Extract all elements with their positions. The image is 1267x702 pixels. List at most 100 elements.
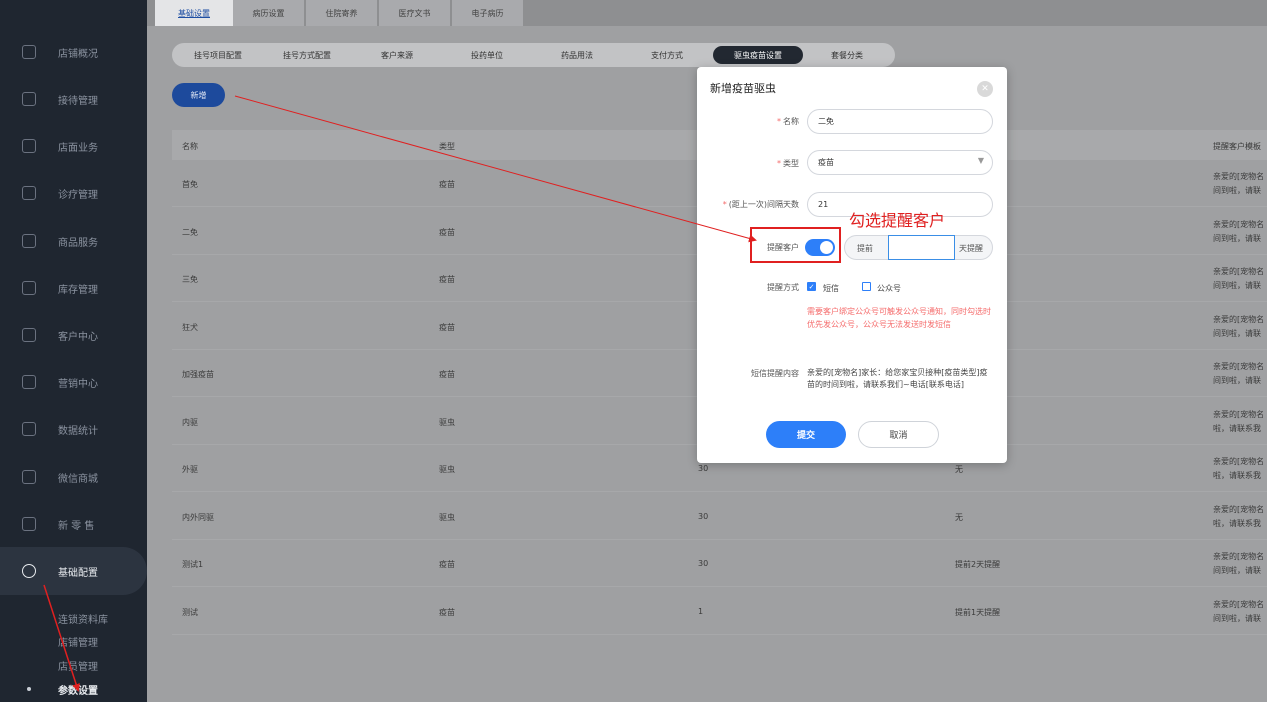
cell-name: 外驱: [182, 465, 198, 474]
settings-icon: [22, 564, 36, 578]
sidebar-item-9[interactable]: 微信商城: [0, 462, 147, 492]
top-tab-bar: 基础设置 病历设置 住院寄养 医疗文书 电子病历: [147, 0, 1267, 26]
cell-template-line-2: 间到啦，请联: [1213, 233, 1261, 243]
cell-type: 疫苗: [439, 180, 455, 189]
cell-type: 疫苗: [439, 370, 455, 379]
cell-remind: 提前1天提醒: [955, 607, 1001, 617]
sub-item-staff-management[interactable]: 店员管理: [58, 658, 98, 673]
sms-content-label: 短信提醒内容: [751, 369, 799, 378]
cell-remind: 提前2天提醒: [955, 560, 1001, 569]
sidebar-item-0[interactable]: 店铺概况: [0, 37, 147, 67]
table-row[interactable]: 内外同驱 驱虫 30 无 亲爱的[宠物名 啦，请联系我: [172, 493, 1267, 540]
cell-template-line-1: 亲爱的[宠物名: [1213, 457, 1265, 466]
sidebar-item-2[interactable]: 店面业务: [0, 131, 147, 161]
sub-item-store-management[interactable]: 店铺管理: [58, 634, 98, 649]
wechat-warning-text: 需要客户绑定公众号可触发公众号通知，同时勾选时优先发公众号，公众号无法发送时发短…: [807, 307, 991, 329]
sidebar-item-10[interactable]: 新 零 售: [0, 509, 147, 539]
sidebar-item-label: 数据统计: [58, 426, 98, 437]
tab-hospitalization[interactable]: 住院寄养: [306, 0, 377, 26]
wechat-checkbox[interactable]: [862, 282, 871, 291]
tab-medical-record-settings[interactable]: 病历设置: [233, 0, 304, 26]
sidebar-item-1[interactable]: 接待管理: [0, 84, 147, 114]
cell-type: 驱虫: [439, 417, 455, 427]
cell-template-line-2: 啦，请联系我: [1213, 518, 1261, 528]
reception-icon: [22, 92, 36, 106]
goods-icon: [22, 234, 36, 248]
sidebar-item-11[interactable]: 基础配置: [0, 556, 147, 586]
cell-name: 加强疫苗: [182, 370, 214, 379]
cell-name: 首免: [182, 180, 198, 189]
sub-item-parameter-settings[interactable]: 参数设置: [58, 682, 98, 697]
sidebar-item-6[interactable]: 客户中心: [0, 320, 147, 350]
sidebar-item-7[interactable]: 营销中心: [0, 367, 147, 397]
sub-tab-payment-methods[interactable]: 支付方式: [632, 46, 702, 64]
remind-days-input[interactable]: [888, 235, 955, 260]
cell-template-line-2: 啦，请联系我: [1213, 471, 1261, 480]
sidebar-item-3[interactable]: 诊疗管理: [0, 178, 147, 208]
sidebar-item-label: 店铺概况: [58, 49, 98, 60]
sub-item-chain-library[interactable]: 连锁资料库: [58, 611, 108, 626]
cell-type: 疫苗: [439, 227, 455, 237]
remind-method-label: 提醒方式: [767, 283, 799, 292]
sidebar-item-4[interactable]: 商品服务: [0, 226, 147, 256]
current-dot-icon: [27, 687, 31, 691]
sub-tab-package-category[interactable]: 套餐分类: [812, 46, 882, 64]
sidebar-item-label: 库存管理: [58, 285, 98, 296]
sidebar: 店铺概况接待管理店面业务诊疗管理商品服务库存管理客户中心营销中心数据统计微信商城…: [0, 0, 147, 702]
cell-days: 30: [698, 559, 709, 568]
cell-type: 疫苗: [439, 607, 455, 617]
tab-medical-documents[interactable]: 医疗文书: [379, 0, 450, 26]
sub-tab-registration-methods[interactable]: 挂号方式配置: [267, 46, 347, 64]
sub-tab-drug-usage[interactable]: 药品用法: [542, 46, 612, 64]
interval-days-label: * (距上一次)间隔天数: [722, 200, 799, 209]
sidebar-item-5[interactable]: 库存管理: [0, 273, 147, 303]
wechat-icon: [22, 470, 36, 484]
sub-tab-bar: 挂号项目配置 挂号方式配置 客户来源 投药单位 药品用法 支付方式 驱虫疫苗设置…: [172, 43, 895, 67]
name-label: * 名称: [777, 117, 799, 126]
sidebar-item-label: 商品服务: [58, 238, 98, 249]
store-icon: [22, 139, 36, 153]
cell-template-line-2: 间到啦，请联: [1213, 376, 1261, 385]
cell-remind: 无: [955, 465, 963, 474]
tab-electronic-records[interactable]: 电子病历: [452, 0, 523, 26]
sidebar-item-label: 接待管理: [58, 96, 98, 107]
marketing-icon: [22, 375, 36, 389]
cell-template-line-1: 亲爱的[宠物名: [1213, 219, 1265, 229]
cell-template-line-1: 亲爱的[宠物名: [1213, 362, 1265, 371]
add-button[interactable]: 新增: [172, 83, 225, 107]
header-type: 类型: [439, 142, 455, 151]
cancel-button[interactable]: 取消: [858, 421, 939, 448]
sidebar-item-8[interactable]: 数据统计: [0, 414, 147, 444]
sub-tab-deworm-vaccine[interactable]: 驱虫疫苗设置: [713, 46, 803, 64]
sidebar-item-label: 诊疗管理: [58, 190, 98, 201]
sub-tab-registration-items[interactable]: 挂号项目配置: [178, 46, 258, 64]
name-input[interactable]: 二免: [807, 109, 993, 134]
cell-days: 1: [698, 606, 704, 616]
submit-button[interactable]: 提交: [766, 421, 846, 448]
cell-template-line-2: 间到啦，请联: [1213, 328, 1261, 338]
table-row[interactable]: 测试 疫苗 1 提前1天提醒 亲爱的[宠物名 间到啦，请联: [172, 588, 1267, 635]
cell-template-line-1: 亲爱的[宠物名: [1213, 314, 1265, 324]
sidebar-item-label: 店面业务: [58, 143, 98, 154]
cell-name: 二免: [182, 227, 198, 237]
cell-type: 疫苗: [439, 322, 455, 332]
sidebar-item-label: 客户中心: [58, 332, 98, 343]
table-row[interactable]: 测试1 疫苗 30 提前2天提醒 亲爱的[宠物名 间到啦，请联: [172, 540, 1267, 587]
type-select[interactable]: 疫苗 ▼: [807, 150, 993, 175]
cell-name: 测试: [182, 607, 198, 617]
cell-name: 三免: [182, 275, 198, 284]
type-label: * 类型: [777, 159, 799, 168]
cell-type: 疫苗: [439, 560, 455, 569]
remind-days-group: 提前 天提醒: [844, 235, 993, 260]
tab-basic-settings[interactable]: 基础设置: [155, 0, 233, 26]
sms-checkbox[interactable]: ✓: [807, 282, 816, 291]
cell-template-line-2: 间到啦，请联: [1213, 613, 1261, 623]
close-icon[interactable]: ✕: [977, 81, 993, 97]
add-vaccine-dialog: 新增疫苗驱虫 ✕ * 名称 二免 * 类型 疫苗 ▼ * (距上一次)间隔天数 21 提…: [697, 67, 1007, 463]
sidebar-item-label: 微信商城: [58, 474, 98, 485]
sub-tab-customer-source[interactable]: 客户来源: [362, 46, 432, 64]
sub-tab-dosing-unit[interactable]: 投药单位: [452, 46, 522, 64]
sidebar-item-label: 新 零 售: [58, 521, 95, 532]
sidebar-item-label: 营销中心: [58, 379, 98, 390]
monitor-icon: [22, 45, 36, 59]
